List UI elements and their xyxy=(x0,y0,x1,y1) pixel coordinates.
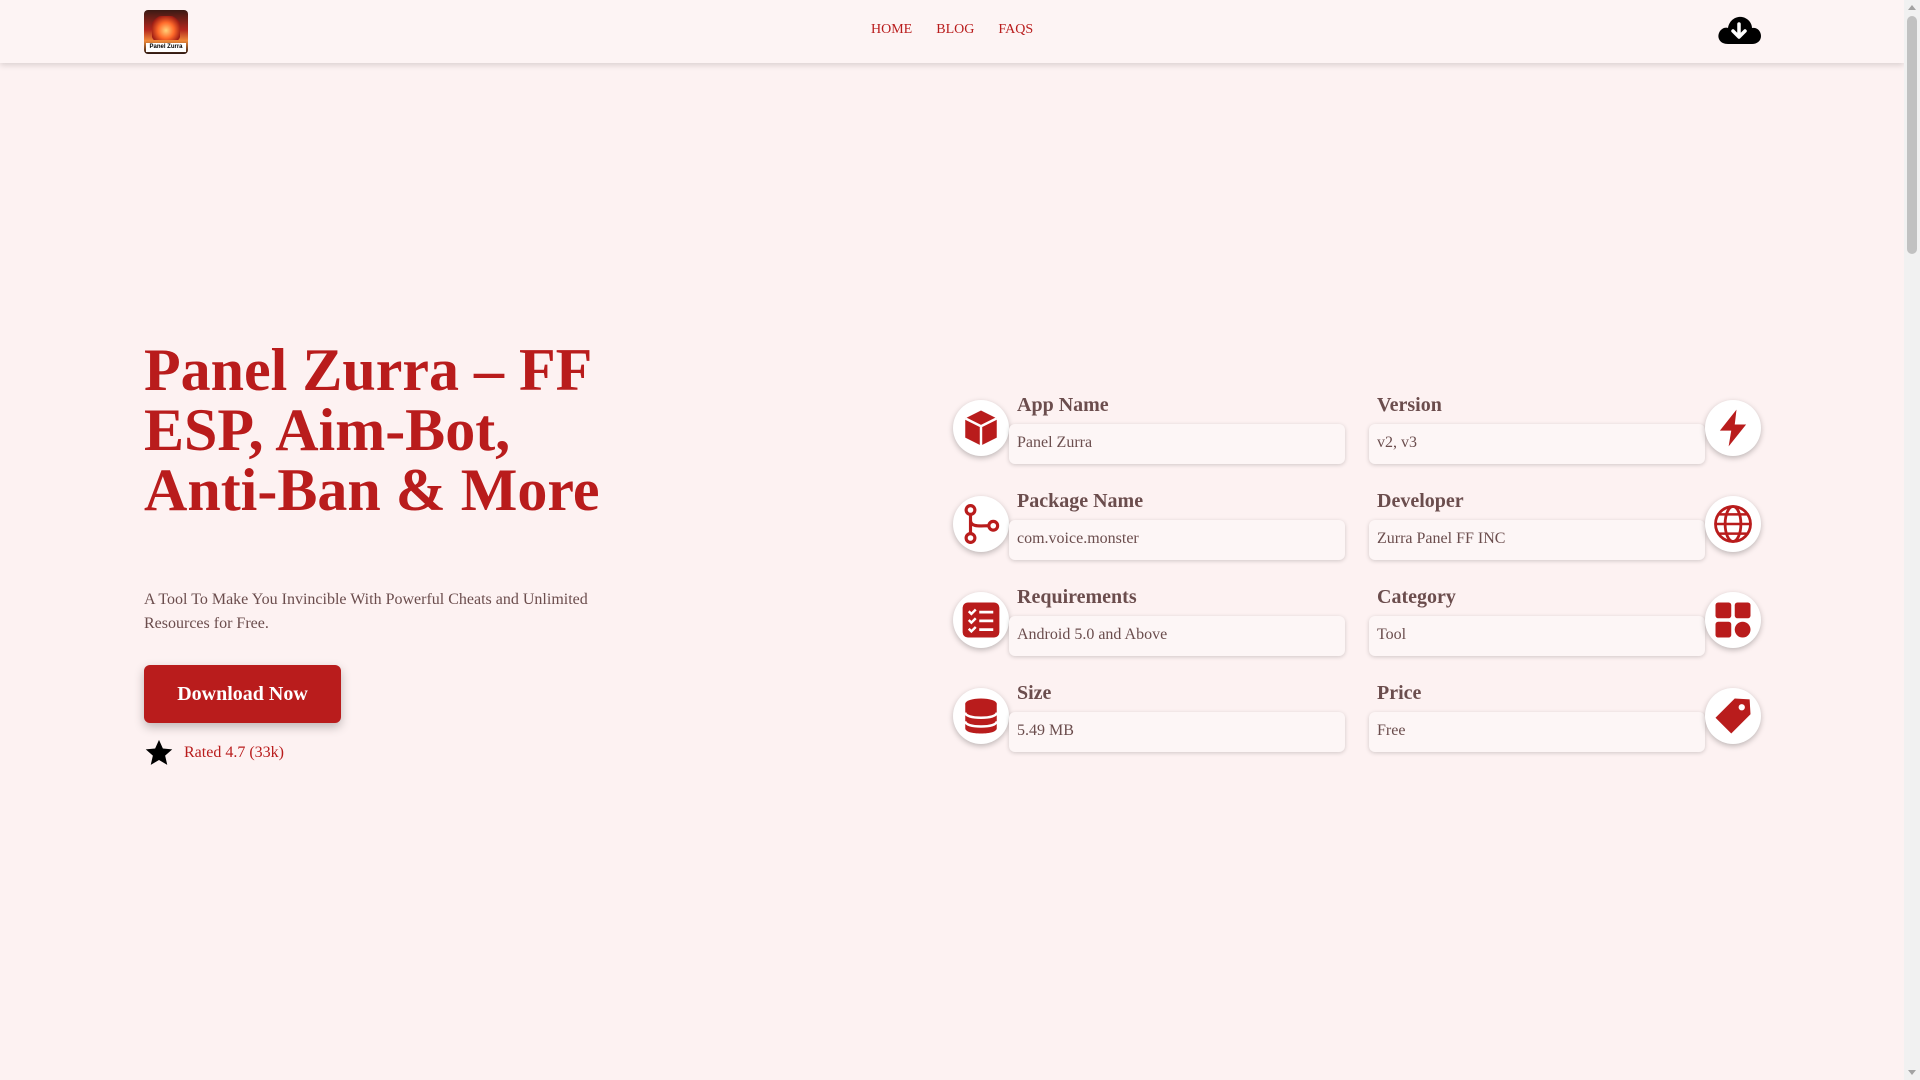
star-icon xyxy=(145,739,173,765)
hero-subtitle: A Tool To Make You Invincible With Power… xyxy=(144,591,588,632)
tag-icon xyxy=(1705,688,1761,744)
size-value: 5.49 MB xyxy=(1017,722,1074,739)
developer-label: Developer xyxy=(1377,490,1464,512)
nav-faqs-link[interactable]: FAQS xyxy=(998,22,1033,38)
logo-caption: Panel Zurra xyxy=(146,43,186,52)
logo-flame-graphic xyxy=(152,16,180,40)
download-now-button[interactable]: Download Now xyxy=(144,665,341,723)
requirements-field: Android 5.0 and Above xyxy=(1009,616,1345,656)
branch-icon xyxy=(953,496,1009,552)
price-label: Price xyxy=(1377,682,1422,704)
package-name-value: com.voice.monster xyxy=(1017,530,1139,547)
main-nav: HOME BLOG FAQS xyxy=(871,22,1033,38)
box-icon xyxy=(953,400,1009,456)
scroll-thumb[interactable] xyxy=(1907,16,1917,254)
app-name-value: Panel Zurra xyxy=(1017,434,1093,451)
category-value: Tool xyxy=(1377,626,1407,643)
nav-blog-link[interactable]: BLOG xyxy=(936,22,974,38)
scroll-down-arrow-icon[interactable] xyxy=(1908,1070,1916,1075)
app-name-field: Panel Zurra xyxy=(1009,424,1345,464)
grid-icon xyxy=(1705,592,1761,648)
version-field: v2, v3 xyxy=(1369,424,1705,464)
requirements-label: Requirements xyxy=(1017,586,1137,608)
version-value: v2, v3 xyxy=(1377,434,1417,451)
rating-text: Rated 4.7 (33k) xyxy=(184,744,284,761)
size-field: 5.49 MB xyxy=(1009,712,1345,752)
lightning-icon xyxy=(1705,400,1761,456)
requirements-value: Android 5.0 and Above xyxy=(1017,626,1168,643)
package-name-label: Package Name xyxy=(1017,490,1144,512)
developer-field: Zurra Panel FF INC xyxy=(1369,520,1705,560)
page-title: Panel Zurra – FF ESP, Aim-Bot, Anti-Ban … xyxy=(144,337,600,523)
site-header: Panel Zurra HOME BLOG FAQS xyxy=(0,0,1904,63)
price-value: Free xyxy=(1377,722,1406,739)
category-label: Category xyxy=(1377,586,1456,608)
developer-value: Zurra Panel FF INC xyxy=(1377,530,1506,547)
site-logo[interactable]: Panel Zurra xyxy=(144,10,188,54)
cloud-download-icon[interactable] xyxy=(1716,12,1762,50)
database-icon xyxy=(953,688,1009,744)
price-field: Free xyxy=(1369,712,1705,752)
scroll-up-arrow-icon[interactable] xyxy=(1908,5,1916,10)
nav-home-link[interactable]: HOME xyxy=(871,22,912,38)
rating: Rated 4.7 (33k) xyxy=(144,738,284,768)
package-name-field: com.voice.monster xyxy=(1009,520,1345,560)
size-label: Size xyxy=(1017,682,1052,704)
page-scrollbar[interactable] xyxy=(1904,0,1920,1080)
category-field: Tool xyxy=(1369,616,1705,656)
globe-icon xyxy=(1705,496,1761,552)
app-name-label: App Name xyxy=(1017,394,1109,416)
checklist-icon xyxy=(953,592,1009,648)
version-label: Version xyxy=(1377,394,1442,416)
